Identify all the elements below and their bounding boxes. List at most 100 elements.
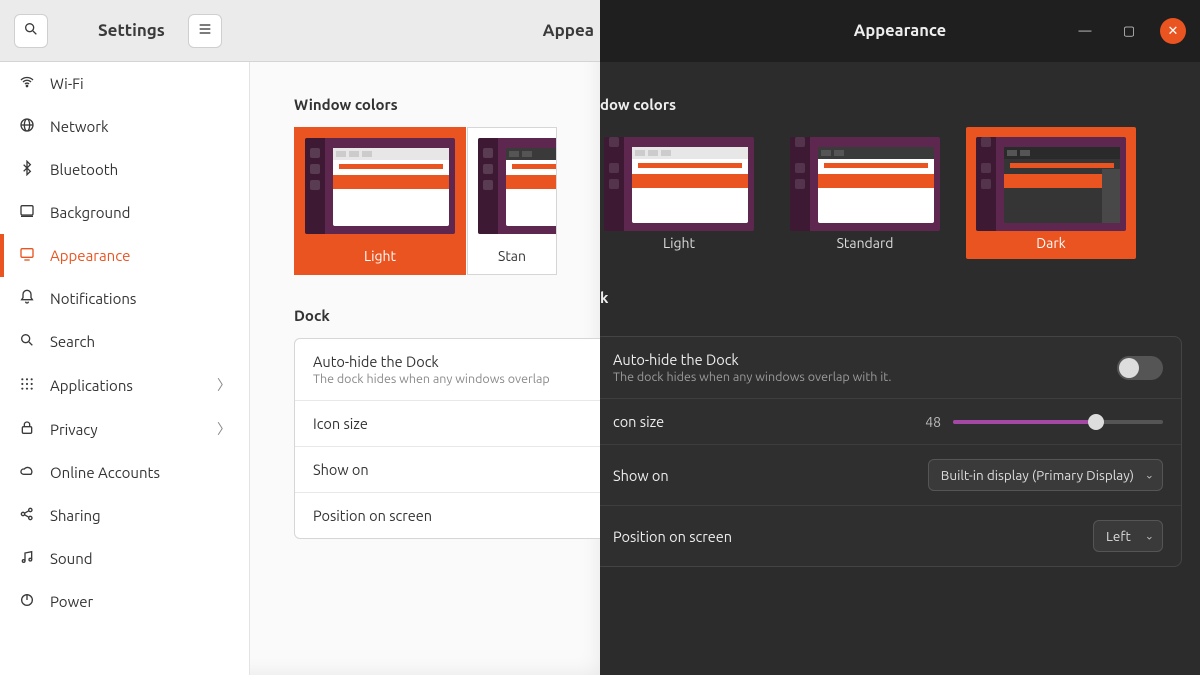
close-button[interactable]: ✕	[1160, 18, 1186, 44]
theme-card-light[interactable]: Light	[600, 127, 764, 259]
sidebar-item-label: Search	[50, 333, 95, 350]
theme-card-light[interactable]: Light	[294, 127, 466, 275]
sidebar-item-label: Applications	[50, 377, 133, 394]
background-icon	[18, 203, 36, 222]
showon-label: Show on	[613, 467, 669, 484]
sidebar-item-label: Sound	[50, 550, 93, 567]
position-label: Position on screen	[313, 507, 432, 524]
sidebar-item-online-accounts[interactable]: Online Accounts	[0, 451, 249, 494]
header-bar-light: Settings Appea	[0, 0, 600, 62]
sidebar-item-background[interactable]: Background	[0, 191, 249, 234]
privacy-icon	[18, 420, 36, 439]
dock-row-autohide[interactable]: Auto-hide the DockThe dock hides when an…	[295, 339, 600, 401]
iconsize-label: con size	[613, 413, 664, 430]
appearance-icon	[18, 246, 36, 265]
dock-row-iconsize[interactable]: Icon size 48	[295, 401, 600, 447]
chevron-right-icon: 〉	[217, 419, 231, 439]
content-dark: dow colors Light Standard Dark k Auto-hi…	[600, 62, 1200, 567]
applications-icon	[18, 376, 36, 395]
autohide-label: Auto-hide the Dock	[313, 353, 550, 370]
theme-label: Light	[295, 240, 465, 274]
chevron-down-icon: ⌄	[1145, 469, 1154, 482]
theme-label: Stan	[468, 240, 556, 274]
minimize-icon: —	[1079, 24, 1092, 38]
theme-label: Light	[600, 235, 764, 251]
sidebar-item-notifications[interactable]: Notifications	[0, 277, 249, 320]
page-title-light: Appea	[543, 21, 600, 40]
bluetooth-icon	[18, 160, 36, 179]
theme-card-standard[interactable]: Stan	[467, 127, 557, 275]
iconsize-label: Icon size	[313, 415, 368, 432]
theme-card-dark[interactable]: Dark	[966, 127, 1136, 259]
sidebar-item-label: Appearance	[50, 247, 130, 264]
content-light: Window colors Light Stan Dock Auto-hide …	[250, 62, 600, 675]
theme-preview-icon	[976, 137, 1126, 231]
sharing-icon	[18, 506, 36, 525]
sidebar-item-network[interactable]: Network	[0, 105, 249, 148]
settings-window-dark: Appearance — ▢ ✕ dow colors Light Standa…	[600, 0, 1200, 675]
wifi-icon	[18, 74, 36, 93]
position-value: Left	[1106, 528, 1131, 544]
dock-title-dark: k	[600, 289, 1182, 306]
hamburger-icon	[197, 21, 213, 41]
dock-row-autohide: Auto-hide the DockThe dock hides when an…	[600, 337, 1181, 399]
maximize-icon: ▢	[1123, 24, 1135, 39]
theme-card-standard[interactable]: Standard	[780, 127, 950, 259]
position-select[interactable]: Left ⌄	[1093, 520, 1163, 552]
iconsize-value: 48	[925, 414, 941, 430]
sidebar-item-appearance[interactable]: Appearance	[0, 234, 249, 277]
iconsize-slider[interactable]	[953, 420, 1163, 424]
position-label: Position on screen	[613, 528, 732, 545]
sidebar-item-label: Notifications	[50, 290, 136, 307]
theme-selector-light: Light Stan	[294, 127, 600, 275]
window-colors-title-dark: dow colors	[600, 96, 1182, 113]
sidebar-item-search[interactable]: Search	[0, 320, 249, 363]
sidebar-item-label: Background	[50, 204, 130, 221]
theme-preview-icon	[478, 138, 557, 234]
sidebar-item-applications[interactable]: Applications 〉	[0, 363, 249, 407]
page-title-dark: Appearance	[854, 22, 946, 40]
sidebar-item-wifi[interactable]: Wi-Fi	[0, 62, 249, 105]
cloud-icon	[18, 463, 36, 482]
notifications-icon	[18, 289, 36, 308]
dock-row-position[interactable]: Position on screen	[295, 493, 600, 538]
theme-preview-icon	[790, 137, 940, 231]
sidebar-item-power[interactable]: Power	[0, 580, 249, 623]
toggle-knob-icon	[1119, 358, 1139, 378]
app-title: Settings	[98, 21, 165, 40]
dock-title: Dock	[294, 307, 600, 324]
slider-thumb-icon	[1088, 414, 1104, 430]
autohide-toggle[interactable]	[1117, 356, 1163, 380]
dock-row-iconsize: con size 48	[600, 399, 1181, 445]
power-icon	[18, 592, 36, 611]
theme-preview-icon	[604, 137, 754, 231]
chevron-right-icon: 〉	[217, 375, 231, 395]
search-button[interactable]	[14, 14, 48, 48]
showon-select[interactable]: Built-in display (Primary Display) ⌄	[928, 459, 1163, 491]
sidebar-item-label: Sharing	[50, 507, 101, 524]
dock-row-showon[interactable]: Show on	[295, 447, 600, 493]
sidebar-item-label: Privacy	[50, 421, 98, 438]
theme-selector-dark: Light Standard Dark	[600, 127, 1182, 259]
hamburger-button[interactable]	[188, 14, 222, 48]
sidebar-item-sound[interactable]: Sound	[0, 537, 249, 580]
sidebar-item-privacy[interactable]: Privacy 〉	[0, 407, 249, 451]
search-icon	[23, 21, 39, 41]
close-icon: ✕	[1168, 24, 1179, 39]
theme-label: Standard	[780, 235, 950, 251]
sidebar-item-label: Bluetooth	[50, 161, 118, 178]
minimize-button[interactable]: —	[1072, 18, 1098, 44]
chevron-down-icon: ⌄	[1145, 530, 1154, 543]
dock-settings-dark: Auto-hide the DockThe dock hides when an…	[600, 336, 1182, 567]
maximize-button[interactable]: ▢	[1116, 18, 1142, 44]
search-icon	[18, 332, 36, 351]
sidebar-item-bluetooth[interactable]: Bluetooth	[0, 148, 249, 191]
sidebar-item-label: Wi-Fi	[50, 75, 84, 92]
settings-window-light: Settings Appea Wi-Fi Network Bluetooth B…	[0, 0, 600, 675]
showon-value: Built-in display (Primary Display)	[941, 467, 1134, 483]
window-colors-title: Window colors	[294, 96, 600, 113]
sidebar-item-sharing[interactable]: Sharing	[0, 494, 249, 537]
dock-settings-light: Auto-hide the DockThe dock hides when an…	[294, 338, 600, 539]
header-bar-dark: Appearance — ▢ ✕	[600, 0, 1200, 62]
sidebar-item-label: Power	[50, 593, 93, 610]
